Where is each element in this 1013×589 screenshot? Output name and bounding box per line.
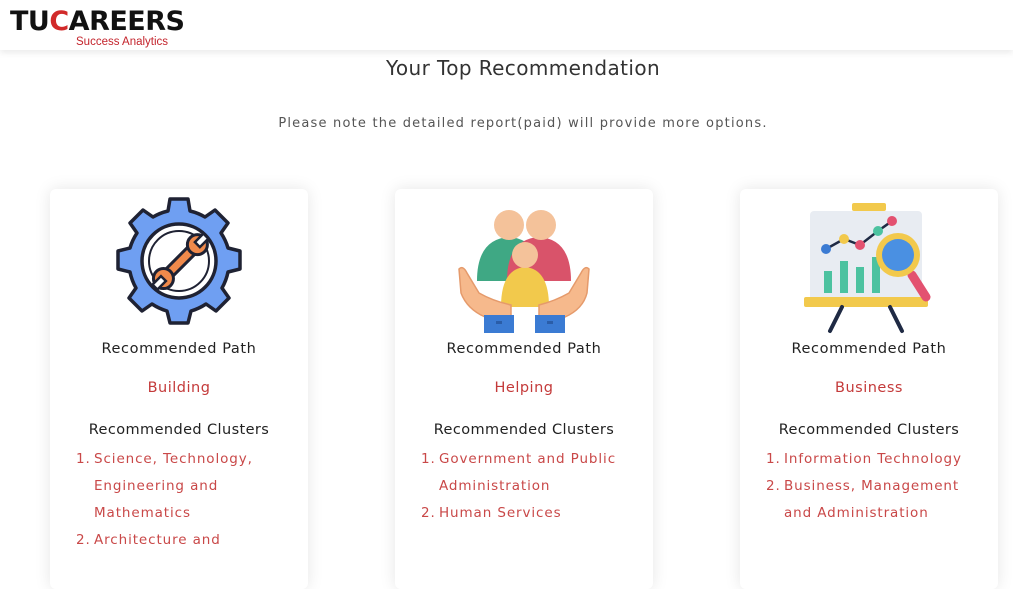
list-item: 2. Business, Management and Administratio… <box>766 478 960 521</box>
clusters-label: Recommended Clusters <box>778 422 960 438</box>
logo-wordmark: TUCAREERS <box>10 6 185 37</box>
page-title: Your Top Recommendation <box>385 56 661 80</box>
logo[interactable]: TUCAREERS Success Analytics <box>10 6 185 50</box>
path-label: Recommended Path <box>791 341 947 357</box>
recommendation-card-2: Recommended Path Helping Recommended Clu… <box>395 189 653 589</box>
list-item: 1. Government and Public Administration <box>421 451 617 494</box>
path-value: Business <box>835 380 903 396</box>
clusters-list: 1. Government and Public Administration 2… <box>421 446 643 527</box>
path-label: Recommended Path <box>446 341 602 357</box>
clusters-list: 1. Information Technology 2. Business, Man… <box>766 446 988 527</box>
list-item: 1. Information Technology <box>766 451 962 467</box>
top-header: TUCAREERS Success Analytics <box>0 0 1013 50</box>
path-value: Building <box>147 380 211 396</box>
list-item: 1. Science, Technology, Engineering and M… <box>76 451 253 521</box>
family-hands-icon <box>449 197 599 335</box>
logo-tagline: Success Analytics <box>76 36 169 48</box>
page-note: Please note the detailed report(paid) wi… <box>278 116 768 131</box>
recommendation-card-1: Recommended Path Building Recommended Cl… <box>50 189 308 589</box>
list-item: 2. Human Services <box>421 505 562 521</box>
path-value: Helping <box>494 380 554 396</box>
analytics-board-icon <box>794 197 944 335</box>
gear-wrench-icon <box>104 197 254 335</box>
recommendation-card-3: Recommended Path Business Recommended Cl… <box>740 189 998 589</box>
clusters-list: 1. Science, Technology, Engineering and M… <box>76 446 298 554</box>
path-label: Recommended Path <box>101 341 257 357</box>
clusters-label: Recommended Clusters <box>88 422 270 438</box>
clusters-label: Recommended Clusters <box>433 422 615 438</box>
